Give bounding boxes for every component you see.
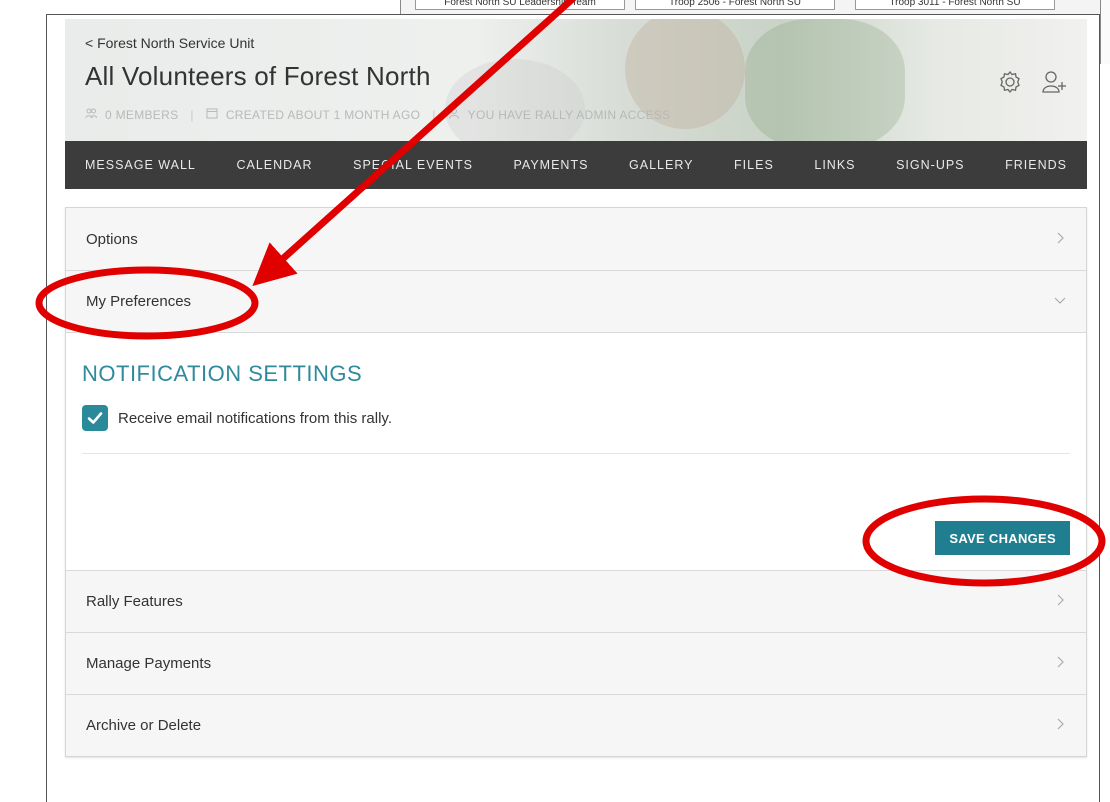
user-icon bbox=[448, 107, 460, 122]
accordion-label: My Preferences bbox=[86, 293, 192, 310]
add-member-icon[interactable] bbox=[1041, 69, 1067, 100]
accordion-label: Manage Payments bbox=[86, 655, 212, 672]
members-icon bbox=[85, 107, 97, 122]
accordion-my-preferences[interactable]: My Preferences bbox=[66, 270, 1086, 332]
rally-nav: MESSAGE WALL CALENDAR SPECIAL EVENTS PAY… bbox=[65, 141, 1087, 189]
background-window-edge bbox=[1100, 0, 1110, 64]
email-notifications-checkbox[interactable] bbox=[82, 405, 108, 431]
nav-links[interactable]: LINKS bbox=[814, 158, 855, 172]
screenshot-stage: Forest North SU Leadership Team Troop 25… bbox=[0, 0, 1110, 802]
rally-meta: 0 MEMBERS | CREATED ABOUT 1 MONTH AGO | … bbox=[85, 107, 671, 122]
accordion-label: Rally Features bbox=[86, 593, 183, 610]
rally-content: < Forest North Service Unit All Voluntee… bbox=[65, 19, 1087, 757]
settings-accordion: Options My Preferences NOTIFICATION SETT… bbox=[65, 207, 1087, 757]
background-tab[interactable]: Forest North SU Leadership Team bbox=[415, 0, 625, 10]
background-tab[interactable]: Troop 2506 - Forest North SU bbox=[635, 0, 835, 10]
nav-calendar[interactable]: CALENDAR bbox=[236, 158, 312, 172]
accordion-options[interactable]: Options bbox=[66, 208, 1086, 270]
chevron-down-icon bbox=[1054, 293, 1066, 310]
nav-gallery[interactable]: GALLERY bbox=[629, 158, 693, 172]
nav-message-wall[interactable]: MESSAGE WALL bbox=[85, 158, 196, 172]
rally-header: < Forest North Service Unit All Voluntee… bbox=[65, 19, 1087, 141]
email-notifications-label: Receive email notifications from this ra… bbox=[118, 409, 392, 427]
nav-special-events[interactable]: SPECIAL EVENTS bbox=[353, 158, 473, 172]
settings-gear-icon[interactable] bbox=[997, 69, 1023, 100]
notification-settings-heading: NOTIFICATION SETTINGS bbox=[82, 361, 363, 386]
chevron-right-icon bbox=[1054, 717, 1066, 734]
save-changes-button[interactable]: SAVE CHANGES bbox=[935, 521, 1070, 555]
chevron-right-icon bbox=[1054, 655, 1066, 672]
nav-friends[interactable]: FRIENDS bbox=[1005, 158, 1067, 172]
rally-panel: < Forest North Service Unit All Voluntee… bbox=[46, 14, 1100, 802]
members-count: 0 MEMBERS bbox=[105, 107, 179, 122]
accordion-manage-payments[interactable]: Manage Payments bbox=[66, 632, 1086, 694]
preferences-panel: NOTIFICATION SETTINGS Receive email noti… bbox=[66, 332, 1086, 570]
header-photo-shape bbox=[445, 59, 585, 141]
meta-separator: | bbox=[190, 107, 194, 122]
checkmark-icon bbox=[87, 412, 103, 424]
meta-separator: | bbox=[432, 107, 436, 122]
chevron-right-icon bbox=[1054, 593, 1066, 610]
nav-files[interactable]: FILES bbox=[734, 158, 774, 172]
background-tab[interactable]: Troop 3011 - Forest North SU bbox=[855, 0, 1055, 10]
accordion-rally-features[interactable]: Rally Features bbox=[66, 570, 1086, 632]
nav-sign-ups[interactable]: SIGN-UPS bbox=[896, 158, 964, 172]
accordion-label: Options bbox=[86, 230, 138, 248]
created-date: CREATED ABOUT 1 MONTH AGO bbox=[225, 107, 421, 122]
background-tabs: Forest North SU Leadership Team Troop 25… bbox=[415, 0, 1055, 10]
access-level: YOU HAVE RALLY ADMIN ACCESS bbox=[467, 107, 671, 122]
email-notification-option: Receive email notifications from this ra… bbox=[82, 405, 1070, 431]
calendar-icon bbox=[206, 107, 218, 122]
header-photo-shape bbox=[745, 19, 905, 141]
accordion-label: Archive or Delete bbox=[86, 717, 202, 734]
accordion-archive-delete[interactable]: Archive or Delete bbox=[66, 694, 1086, 756]
page-title: All Volunteers of Forest North bbox=[85, 61, 431, 91]
breadcrumb-parent-link[interactable]: < Forest North Service Unit bbox=[85, 35, 254, 51]
nav-payments[interactable]: PAYMENTS bbox=[514, 158, 589, 172]
divider bbox=[82, 453, 1070, 454]
header-actions bbox=[997, 69, 1067, 100]
chevron-right-icon bbox=[1054, 231, 1066, 248]
